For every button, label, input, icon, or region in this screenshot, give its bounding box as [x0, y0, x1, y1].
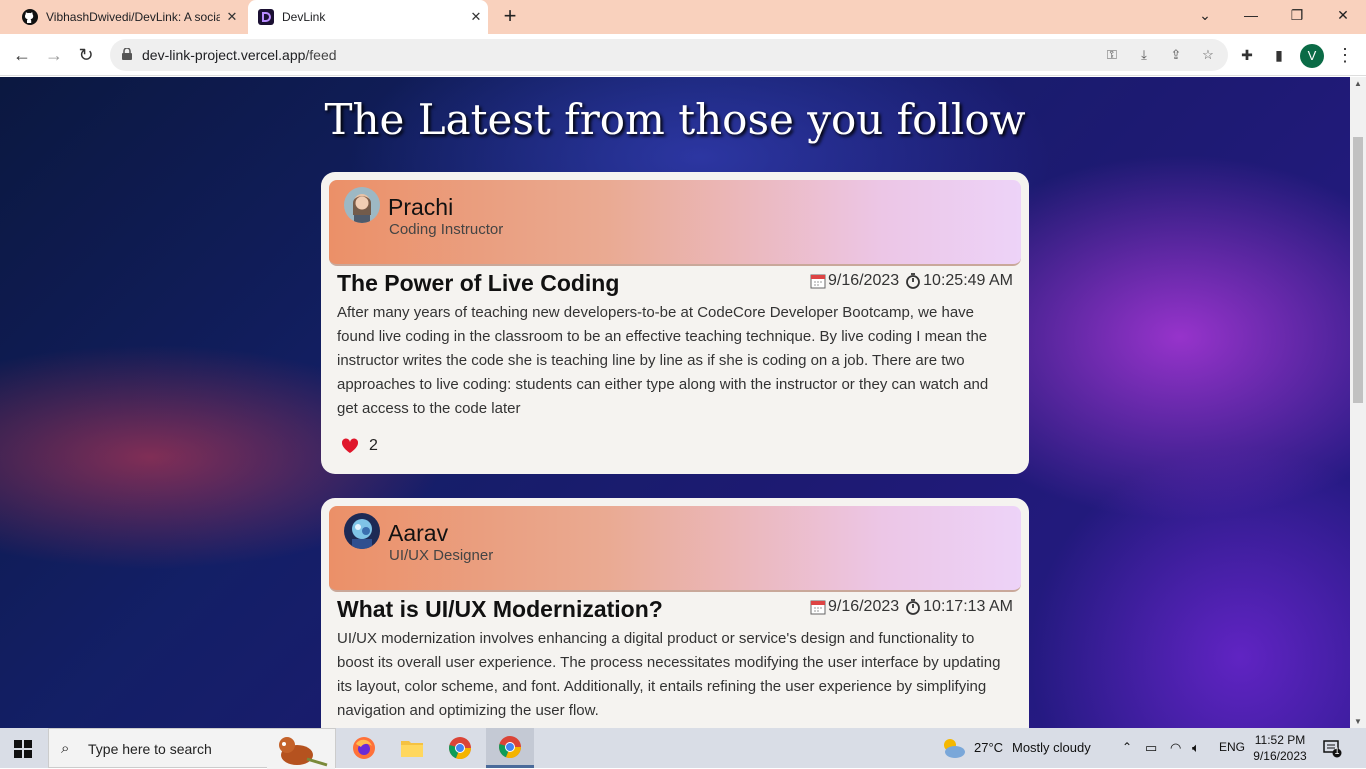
author-name[interactable]: Aarav	[388, 520, 448, 547]
wifi-icon[interactable]: ◠	[1170, 740, 1181, 756]
weather-temp[interactable]: 27°C	[974, 740, 1003, 755]
volume-icon[interactable]: 🔈︎	[1192, 740, 1200, 756]
key-icon[interactable]: ⚿	[1104, 47, 1120, 63]
taskbar-file-explorer[interactable]	[388, 728, 436, 768]
post-body: After many years of teaching new develop…	[337, 304, 989, 417]
share-icon[interactable]: ⇪	[1168, 47, 1184, 63]
tab-devlink[interactable]: DevLink ✕	[248, 0, 488, 34]
back-arrow-icon[interactable]: ←	[10, 43, 34, 67]
browser-toolbar: ← → ↻ dev-link-project.vercel.app/feed ⚿…	[0, 34, 1366, 76]
search-icon: ⌕	[61, 740, 70, 757]
chrome-icon	[449, 737, 472, 760]
extensions-icon[interactable]: ✚	[1238, 46, 1256, 64]
like-count: 2	[369, 437, 378, 454]
post-card: Aarav UI/UX Designer What is UI/UX Moder…	[321, 498, 1029, 728]
author-role: Coding Instructor	[389, 221, 504, 238]
folder-icon	[401, 741, 423, 757]
post-meta: 9/16/2023 10:25:49 AM	[810, 272, 1013, 290]
scroll-down-icon[interactable]: ▼	[1354, 717, 1362, 726]
author-role: UI/UX Designer	[389, 547, 494, 564]
post-time: 10:25:49 AM	[923, 272, 1013, 289]
post-header: Prachi Coding Instructor	[329, 180, 1021, 266]
tab-close-icon[interactable]: ✕	[464, 9, 488, 25]
calendar-icon	[810, 274, 826, 289]
avatar[interactable]	[344, 187, 380, 223]
calendar-icon	[810, 600, 826, 615]
forward-arrow-icon[interactable]: →	[42, 43, 66, 67]
reload-icon[interactable]: ↻	[74, 43, 98, 67]
battery-icon[interactable]: ▭	[1145, 740, 1157, 756]
tab-title: DevLink	[282, 10, 326, 24]
show-hidden-icons-icon[interactable]: ⌃	[1122, 740, 1132, 754]
taskbar-search-box[interactable]: ⌕ Type here to search	[48, 728, 336, 769]
page-viewport: The Latest from those you follow Prachi …	[0, 77, 1350, 728]
firefox-icon	[353, 737, 375, 759]
github-icon	[22, 9, 38, 25]
taskbar: ⌕ Type here to search 27°C Mostly cloudy…	[0, 728, 1366, 769]
tab-title: VibhashDwivedi/DevLink: A social	[46, 10, 220, 24]
chrome-icon	[499, 735, 522, 758]
profile-avatar[interactable]: V	[1300, 44, 1324, 68]
scrollbar-thumb[interactable]	[1353, 137, 1363, 403]
windows-start-icon[interactable]	[14, 740, 32, 758]
clock-time: 11:52 PM	[1254, 733, 1306, 747]
notification-count: 1	[1334, 746, 1340, 756]
taskbar-clock[interactable]: 11:52 PM 9/16/2023	[1250, 732, 1310, 764]
post-date: 9/16/2023	[827, 272, 900, 289]
post-card: Prachi Coding Instructor The Power of Li…	[321, 172, 1029, 474]
menu-icon[interactable]: ⋮	[1336, 42, 1354, 68]
post-header: Aarav UI/UX Designer	[329, 506, 1021, 592]
language-indicator[interactable]: ENG	[1219, 740, 1245, 754]
lock-icon	[122, 48, 132, 60]
weather-cloud-icon[interactable]	[940, 736, 966, 760]
clock-date: 9/16/2023	[1253, 749, 1307, 763]
install-icon[interactable]: ⤓	[1136, 47, 1152, 63]
page-title: The Latest from those you follow	[324, 95, 1026, 144]
post-title: The Power of Live Coding	[337, 270, 620, 296]
taskbar-firefox[interactable]	[340, 728, 388, 768]
page-scrollbar[interactable]: ▲ ▼	[1350, 77, 1366, 728]
post-title: What is UI/UX Modernization?	[337, 596, 663, 622]
restore-icon[interactable]: ❐	[1274, 0, 1320, 30]
devlink-logo-icon	[258, 9, 274, 25]
taskbar-chrome[interactable]	[436, 728, 484, 768]
bookmark-star-icon[interactable]: ☆	[1200, 47, 1216, 63]
stopwatch-icon	[906, 273, 921, 289]
post-time: 10:17:13 AM	[923, 598, 1013, 615]
tab-close-icon[interactable]: ✕	[220, 9, 244, 25]
stopwatch-icon	[906, 599, 921, 615]
weather-condition[interactable]: Mostly cloudy	[1012, 740, 1091, 755]
close-window-icon[interactable]: ✕	[1320, 0, 1366, 30]
post-body: UI/UX modernization involves enhancing a…	[337, 630, 1001, 719]
tab-github[interactable]: VibhashDwivedi/DevLink: A social ✕	[12, 0, 244, 34]
tab-search-icon[interactable]: ⌄	[1182, 0, 1228, 30]
search-placeholder: Type here to search	[88, 741, 212, 757]
tab-strip: VibhashDwivedi/DevLink: A social ✕ DevLi…	[0, 0, 1366, 34]
heart-icon[interactable]	[341, 438, 359, 454]
address-bar[interactable]: dev-link-project.vercel.app/feed ⚿ ⤓ ⇪ ☆	[110, 39, 1228, 71]
avatar[interactable]	[344, 513, 380, 549]
taskbar-chrome-active[interactable]	[486, 728, 534, 768]
author-name[interactable]: Prachi	[388, 194, 453, 221]
red-panda-search-art	[267, 729, 335, 769]
post-date: 9/16/2023	[827, 598, 900, 615]
new-tab-button[interactable]: +	[498, 5, 522, 29]
scroll-up-icon[interactable]: ▲	[1354, 79, 1362, 88]
side-panel-icon[interactable]: ▮	[1270, 46, 1288, 64]
notification-center[interactable]: 1	[1322, 738, 1342, 758]
post-meta: 9/16/2023 10:17:13 AM	[810, 598, 1013, 616]
minimize-icon[interactable]: —	[1228, 0, 1274, 30]
url-text: dev-link-project.vercel.app/feed	[142, 47, 337, 63]
like-button[interactable]: 2	[341, 437, 378, 455]
